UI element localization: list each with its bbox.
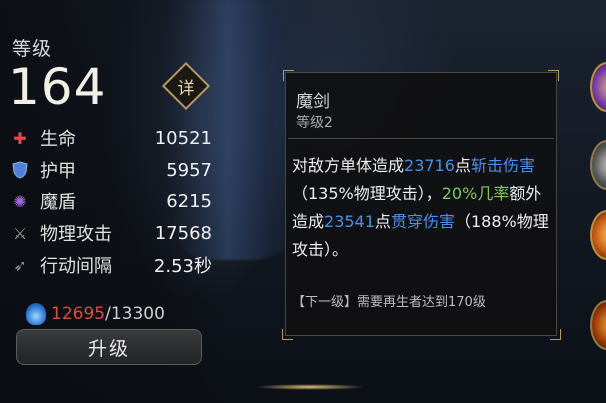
- panel-corner: [550, 329, 561, 340]
- stat-value: 10521: [154, 127, 212, 149]
- stat-value: 2.53秒: [153, 256, 212, 277]
- energy-counter: 12695 / 13300: [26, 303, 165, 325]
- sword-attack-icon: ⚔: [12, 223, 28, 243]
- stat-row-magic-shield: ✺ 魔盾 6215: [8, 188, 212, 214]
- damage-type-keyword[interactable]: 贯穿伤害: [391, 212, 455, 231]
- desc-text: 点: [454, 156, 471, 175]
- upgrade-button[interactable]: 升级: [16, 329, 202, 365]
- panel-corner: [282, 329, 293, 340]
- skill-description: 对敌方单体造成23716点斩击伤害（135%物理攻击），20%几率额外造成235…: [292, 152, 554, 264]
- skill-level: 等级2: [296, 115, 333, 131]
- wing-speed-icon: ➶: [13, 255, 27, 275]
- divider: [288, 138, 554, 139]
- damage-type-keyword[interactable]: 斩击伤害: [471, 156, 535, 175]
- damage-value: 23541: [324, 212, 375, 231]
- stat-name: 魔盾: [40, 192, 76, 213]
- stat-value: 6215: [166, 190, 212, 212]
- stat-row-armor: 护甲 5957: [8, 157, 212, 183]
- chance-value: 20%几率: [441, 184, 510, 203]
- stat-value: 5957: [166, 159, 212, 181]
- armor-shield-icon: [8, 158, 32, 182]
- desc-text: 点: [374, 212, 391, 231]
- health-cross-icon: ✚: [13, 128, 27, 148]
- stat-value: 17568: [154, 222, 212, 244]
- desc-text: （135%物理攻击），: [292, 184, 442, 203]
- bottom-glow: [255, 384, 365, 390]
- blue-flame-icon: [26, 303, 46, 325]
- level-label: 等级: [12, 38, 53, 60]
- stat-name: 行动间隔: [40, 256, 112, 277]
- energy-current: 12695: [51, 304, 106, 324]
- stat-row-health: ✚ 生命 10521: [8, 125, 212, 151]
- stat-name: 生命: [40, 129, 76, 150]
- stat-name: 物理攻击: [40, 224, 112, 245]
- damage-value: 23716: [404, 156, 455, 175]
- next-level-requirement: 【下一级】需要再生者达到170级: [292, 295, 486, 310]
- stat-name: 护甲: [40, 161, 76, 182]
- stat-row-physical-attack: ⚔ 物理攻击 17568: [8, 220, 212, 246]
- desc-text: 对敌方单体造成: [292, 156, 405, 175]
- energy-max: 13300: [110, 304, 165, 324]
- detail-button[interactable]: 详: [169, 69, 203, 103]
- skill-name: 魔剑: [296, 92, 330, 112]
- level-value: 164: [8, 58, 107, 116]
- stat-row-action-interval: ➶ 行动间隔 2.53秒: [8, 252, 212, 278]
- magic-shield-swirl-icon: ✺: [13, 191, 27, 211]
